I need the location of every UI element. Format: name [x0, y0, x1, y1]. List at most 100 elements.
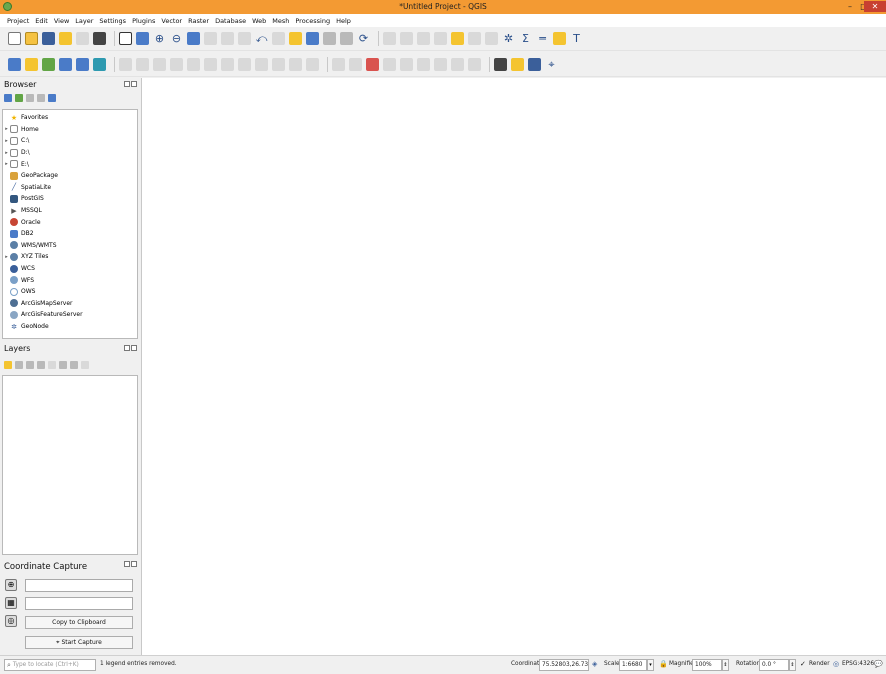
map-tips-icon[interactable]	[553, 32, 566, 45]
copy-to-clipboard-button[interactable]: Copy to Clipboard	[25, 616, 133, 629]
layers-list[interactable]	[2, 375, 138, 555]
crs-selector-icon[interactable]: ⊕	[5, 579, 17, 591]
statistical-summary-icon[interactable]: Σ	[519, 32, 532, 45]
modify-attributes-icon[interactable]	[204, 57, 217, 71]
menu-raster[interactable]: Raster	[185, 17, 212, 25]
messages-icon[interactable]: 💬	[874, 660, 883, 668]
identify-features-icon[interactable]	[383, 32, 396, 45]
add-vector-layer-icon[interactable]	[42, 57, 55, 71]
menu-web[interactable]: Web	[249, 17, 269, 25]
tree-item-wms-wmts[interactable]: WMS/WMTS	[3, 240, 57, 252]
new-temporary-layer-icon[interactable]	[76, 57, 89, 71]
close-panel-icon[interactable]	[131, 561, 137, 567]
pin-labels-icon[interactable]	[400, 57, 413, 71]
run-feature-action-icon[interactable]	[400, 32, 413, 45]
zoom-full-icon[interactable]	[187, 32, 200, 45]
collapse-all-icon[interactable]	[37, 94, 45, 102]
attribute-table-icon[interactable]	[468, 32, 481, 45]
field-calculator-icon[interactable]	[485, 32, 498, 45]
locator-input[interactable]: ⌕ Type to locate (Ctrl+K)	[4, 659, 96, 671]
zoom-in-icon[interactable]: ⊕	[153, 32, 166, 45]
menu-layer[interactable]: Layer	[72, 17, 96, 25]
highlight-pinned-labels-icon[interactable]	[383, 57, 396, 71]
start-capture-button[interactable]: ⌖ Start Capture	[25, 636, 133, 649]
coordinate-capture-icon[interactable]: ⌖	[545, 58, 558, 71]
add-selected-layers-icon[interactable]	[4, 94, 12, 102]
layer-diagram-options-icon[interactable]	[366, 57, 379, 71]
refresh-browser-icon[interactable]	[15, 94, 23, 102]
data-source-manager-icon[interactable]	[8, 57, 21, 71]
undo-icon[interactable]	[289, 57, 302, 71]
save-project-icon[interactable]	[42, 32, 55, 45]
tree-item-ows[interactable]: OWS	[3, 286, 35, 298]
float-panel-icon[interactable]	[124, 345, 130, 351]
map-canvas[interactable]	[141, 78, 886, 655]
grid-crs-icon[interactable]: ▦	[5, 597, 17, 609]
remove-layer-icon[interactable]	[81, 361, 89, 369]
label-toolbar-icon[interactable]	[332, 57, 345, 71]
menu-plugins[interactable]: Plugins	[129, 17, 158, 25]
copy-features-icon[interactable]	[255, 57, 268, 71]
expand-arrow-icon[interactable]: ▸	[3, 150, 10, 156]
paste-features-icon[interactable]	[272, 57, 285, 71]
move-label-icon[interactable]	[434, 57, 447, 71]
georeferencer-icon[interactable]	[494, 57, 507, 71]
tree-item-favorites[interactable]: ★ Favorites	[3, 112, 48, 124]
toggle-editing-icon[interactable]	[136, 57, 149, 71]
zoom-native-icon[interactable]	[238, 32, 251, 45]
deselect-features-icon[interactable]	[451, 32, 464, 45]
tree-item-geonode[interactable]: ✲ GeoNode	[3, 321, 49, 333]
cut-features-icon[interactable]	[238, 57, 251, 71]
new-map-view-icon[interactable]	[289, 32, 302, 45]
filter-browser-icon[interactable]	[26, 94, 34, 102]
rotate-label-icon[interactable]	[451, 57, 464, 71]
menu-edit[interactable]: Edit	[32, 17, 51, 25]
stepper-icon[interactable]: ⇕	[789, 659, 796, 671]
coordinate-field[interactable]: 75.52803,26.73818	[539, 659, 589, 671]
select-features-icon[interactable]	[417, 32, 430, 45]
tree-item-mssql[interactable]: ▶ MSSQL	[3, 205, 42, 217]
tree-item-xyz-tiles[interactable]: ▸ XYZ Tiles	[3, 251, 48, 263]
expand-arrow-icon[interactable]: ▸	[3, 161, 10, 167]
menu-settings[interactable]: Settings	[96, 17, 129, 25]
rotation-field[interactable]: 0.0 °	[759, 659, 789, 671]
tree-item-wcs[interactable]: WCS	[3, 263, 35, 275]
add-feature-icon[interactable]	[170, 57, 183, 71]
new-3d-map-view-icon[interactable]	[306, 32, 319, 45]
change-label-icon[interactable]	[468, 57, 481, 71]
zoom-last-icon[interactable]: ⤺	[255, 32, 268, 45]
expand-arrow-icon[interactable]: ▸	[3, 126, 10, 132]
expand-all-icon[interactable]	[59, 361, 67, 369]
crs-button[interactable]: EPSG:4326	[842, 661, 874, 667]
layout-manager-icon[interactable]	[76, 32, 89, 45]
track-mouse-icon[interactable]: ◎	[5, 615, 17, 627]
tree-item-db2[interactable]: DB2	[3, 228, 34, 240]
y-coordinate-field[interactable]	[25, 597, 133, 610]
plugin-book-icon[interactable]	[528, 57, 541, 71]
manage-map-themes-icon[interactable]	[26, 361, 34, 369]
python-console-icon[interactable]	[511, 57, 524, 71]
delete-selected-icon[interactable]	[221, 57, 234, 71]
select-by-value-icon[interactable]	[434, 32, 447, 45]
magnifier-field[interactable]: 100%	[692, 659, 722, 671]
close-button[interactable]: ✕	[864, 1, 886, 12]
current-edits-icon[interactable]	[119, 57, 132, 71]
tree-item-oracle[interactable]: Oracle	[3, 216, 41, 228]
processing-toolbox-icon[interactable]: ✲	[502, 32, 515, 45]
new-virtual-layer-icon[interactable]	[93, 57, 106, 71]
filter-legend-icon[interactable]	[37, 361, 45, 369]
zoom-to-selection-icon[interactable]	[204, 32, 217, 45]
pan-map-icon[interactable]	[119, 32, 132, 45]
open-project-icon[interactable]	[25, 32, 38, 45]
tree-item-drive-e[interactable]: ▸ E:\	[3, 158, 29, 170]
menu-vector[interactable]: Vector	[158, 17, 185, 25]
new-bookmark-icon[interactable]	[323, 32, 336, 45]
zoom-to-layer-icon[interactable]	[221, 32, 234, 45]
expand-arrow-icon[interactable]: ▸	[3, 254, 10, 260]
close-panel-icon[interactable]	[131, 81, 137, 87]
tree-item-drive-c[interactable]: ▸ C:\	[3, 135, 29, 147]
float-panel-icon[interactable]	[124, 561, 130, 567]
pan-to-selection-icon[interactable]	[136, 32, 149, 45]
redo-icon[interactable]	[306, 57, 319, 71]
tree-item-drive-d[interactable]: ▸ D:\	[3, 147, 30, 159]
